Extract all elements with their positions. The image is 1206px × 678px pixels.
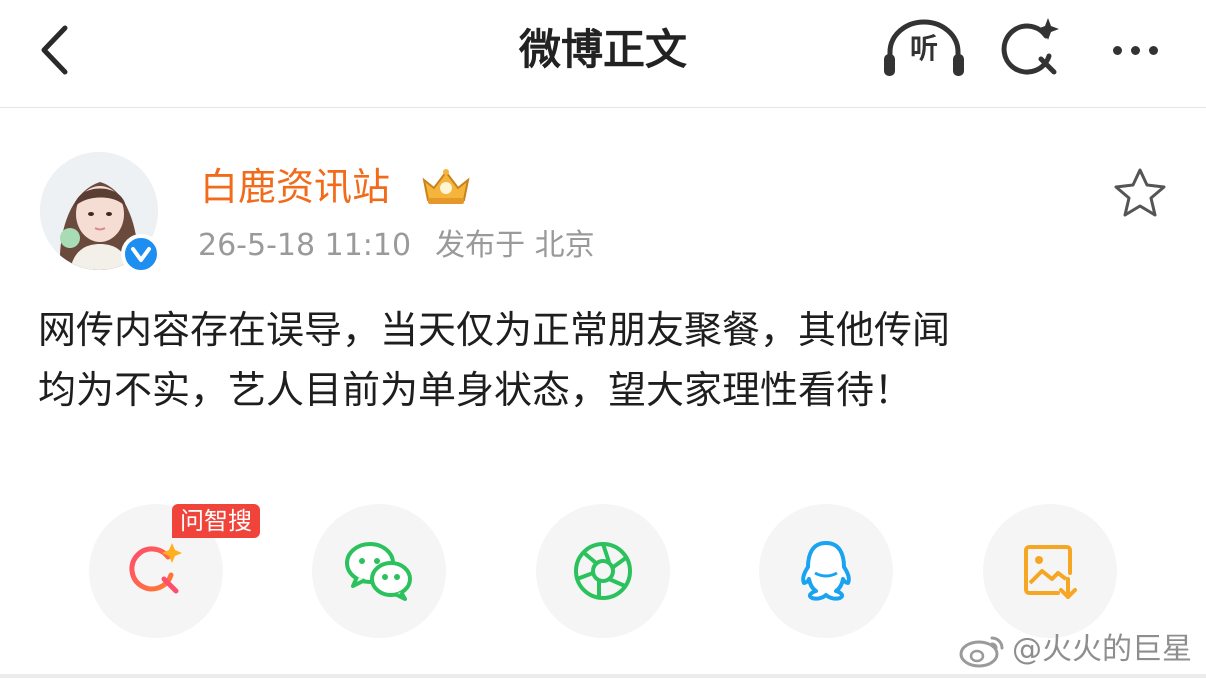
ai-search-badge: 问智搜 — [172, 504, 260, 538]
listen-button[interactable]: 听 — [880, 14, 968, 84]
save-image-share-button[interactable] — [983, 504, 1117, 638]
qq-share-button[interactable] — [759, 504, 893, 638]
post-location: 发布于 北京 — [435, 228, 595, 263]
back-arrow-icon — [41, 25, 68, 75]
bottom-divider — [0, 674, 1206, 678]
search-button[interactable] — [996, 14, 1066, 84]
more-dot — [1112, 45, 1122, 55]
weibo-logo-icon — [959, 636, 1004, 668]
star-icon — [1114, 168, 1166, 217]
post-text: 网传内容存在误导，当天仅为正常朋友聚餐，其他传闻 均为不实，艺人目前为单身状态，… — [38, 308, 951, 412]
more-dot — [1130, 45, 1140, 55]
verified-v-icon — [131, 247, 151, 262]
wechat-share-button[interactable] — [312, 504, 446, 638]
back-button[interactable] — [28, 22, 80, 78]
more-dot — [1148, 45, 1158, 55]
member-crown-icon — [418, 166, 474, 206]
wechat-icon — [345, 542, 412, 601]
watermark-text: @火火的巨星 — [1012, 632, 1192, 667]
favorite-button[interactable] — [1110, 166, 1170, 220]
author-name[interactable]: 白鹿资讯站 — [200, 162, 390, 212]
post-time: 26-5-18 11:10 — [198, 228, 412, 263]
moments-share-button[interactable] — [536, 504, 670, 638]
top-bar: 微博正文 听 — [0, 0, 1206, 108]
moments-icon — [574, 542, 632, 600]
ai-search-icon — [129, 543, 182, 594]
listen-label: 听 — [909, 32, 938, 65]
verified-badge — [121, 234, 161, 274]
watermark: @火火的巨星 — [958, 628, 1192, 672]
more-button[interactable] — [1100, 22, 1170, 78]
qq-icon — [801, 541, 851, 601]
sparkle-search-icon — [1001, 18, 1059, 75]
save-image-icon — [1024, 545, 1077, 599]
post-meta: 26-5-18 11:10 发布于 北京 — [198, 226, 619, 266]
